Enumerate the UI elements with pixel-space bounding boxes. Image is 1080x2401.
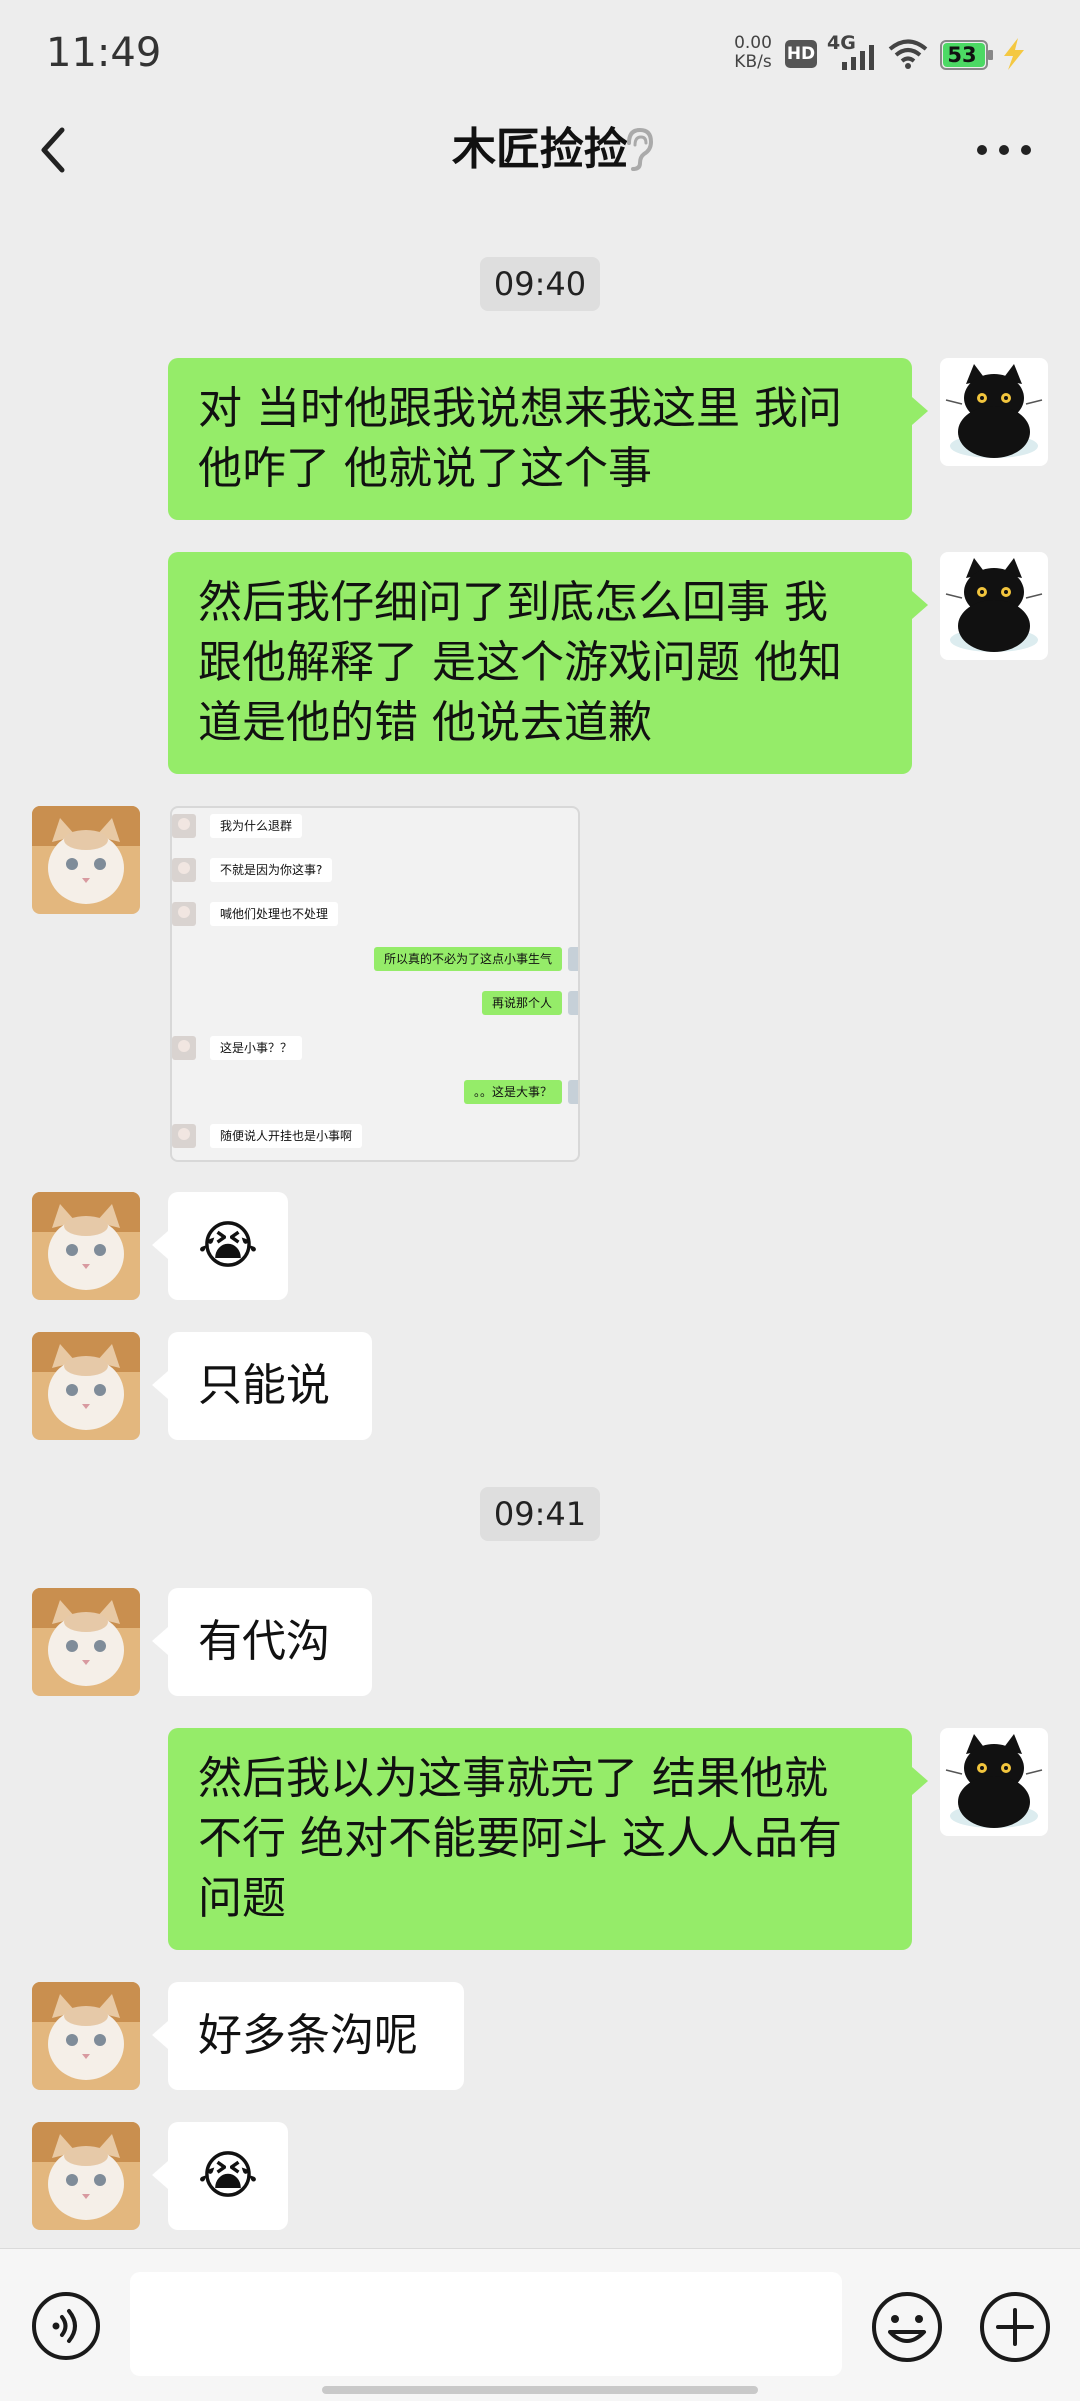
wifi-icon [888,39,928,69]
ear-icon [627,127,654,171]
message-line: 跟他解释了 是这个游戏问题 他知 [198,637,842,688]
bubble-tail [152,1231,168,1259]
avatar-black-cat[interactable] [940,552,1048,660]
chat-title: 木匠捡捡 [452,124,628,175]
avatar [568,1080,578,1104]
avatar-white-cat[interactable] [32,1588,140,1696]
bubble-tail [912,397,928,425]
avatar-white-cat[interactable] [32,1332,140,1440]
screenshot-message: 再说那个人 [481,991,562,1015]
avatar [568,991,578,1015]
screenshot-message: 随便说人开挂也是小事啊 [210,1124,363,1148]
screenshot-message: 所以真的不必为了这点小事生气 [373,947,562,971]
message-line: 对 当时他跟我说想来我这里 我问 [198,383,842,434]
avatar [568,947,578,971]
voice-icon[interactable] [30,2290,102,2362]
bubble-tail [152,1627,168,1655]
status-time: 11:49 [46,30,162,76]
crying-emoji: 😭 [197,2146,259,2206]
emoji-message[interactable]: 😭 [168,1192,288,1300]
avatar [172,858,196,882]
crying-emoji: 😭 [197,1216,259,1276]
message-line: 不行 绝对不能要阿斗 这人人品有 [198,1813,842,1864]
avatar-white-cat[interactable] [32,806,140,914]
screenshot-message: 。。这是大事？ [463,1080,562,1104]
hd-badge: HD [785,40,817,68]
message-bubble[interactable]: 好多条沟呢 [168,1982,464,2090]
plus-icon[interactable] [978,2290,1052,2364]
message-line: 他咋了 他就说了这个事 [198,443,652,494]
screenshot-message: 这是小事？？ [210,1036,303,1060]
home-indicator[interactable] [322,2386,758,2394]
message-line: 然后我以为这事就完了 结果他就 [198,1753,828,1804]
screenshot-message: 我为什么退群 [210,814,303,838]
screenshot-image[interactable]: 我为什么退群 不就是因为你这事? 喊他们处理也不处理 所以真的不必为了这点小事生… [170,806,580,1162]
bubble-tail [152,1371,168,1399]
avatar-white-cat[interactable] [32,1192,140,1300]
avatar-black-cat[interactable] [940,358,1048,466]
emoji-icon[interactable] [870,2290,944,2364]
battery-level: 53 [947,43,977,67]
avatar [172,1036,196,1060]
network-speed: 0.00 KB/s [730,34,776,72]
time-stamp: 09:40 [480,257,600,311]
message-line: 道是他的错 他说去道歉 [198,697,652,748]
message-line: 然后我仔细问了到底怎么回事 我 [198,577,828,628]
message-bubble[interactable]: 然后我以为这事就完了 结果他就 不行 绝对不能要阿斗 这人人品有 问题 [168,1728,912,1950]
more-icon[interactable] [972,134,1036,166]
network-speed-unit: KB/s [734,52,772,72]
avatar [172,902,196,926]
emoji-message[interactable]: 😭 [168,2122,288,2230]
back-icon[interactable] [30,118,78,182]
bubble-tail [152,2021,168,2049]
message-bubble[interactable]: 有代沟 [168,1588,372,1696]
charging-bolt-icon [1004,38,1024,70]
avatar-white-cat[interactable] [32,1982,140,2090]
message-line: 只能说 [198,1360,330,1411]
bubble-tail [912,591,928,619]
time-stamp: 09:41 [480,1487,600,1541]
signal-icon [842,45,874,70]
screenshot-message: 不就是因为你这事? [210,858,333,882]
message-line: 有代沟 [198,1616,330,1667]
bubble-tail [912,1767,928,1795]
message-input[interactable] [130,2272,842,2376]
message-bubble[interactable]: 然后我仔细问了到底怎么回事 我 跟他解释了 是这个游戏问题 他知 道是他的错 他… [168,552,912,774]
avatar [172,814,196,838]
avatar [172,1124,196,1148]
screenshot-message: 喊他们处理也不处理 [210,902,339,926]
avatar-white-cat[interactable] [32,2122,140,2230]
message-bubble[interactable]: 对 当时他跟我说想来我这里 我问 他咋了 他就说了这个事 [168,358,912,520]
message-bubble[interactable]: 只能说 [168,1332,372,1440]
message-line: 问题 [198,1873,286,1924]
message-line: 好多条沟呢 [198,2010,418,2061]
bubble-tail [152,2161,168,2189]
avatar-black-cat[interactable] [940,1728,1048,1836]
network-speed-value: 0.00 [734,33,772,53]
